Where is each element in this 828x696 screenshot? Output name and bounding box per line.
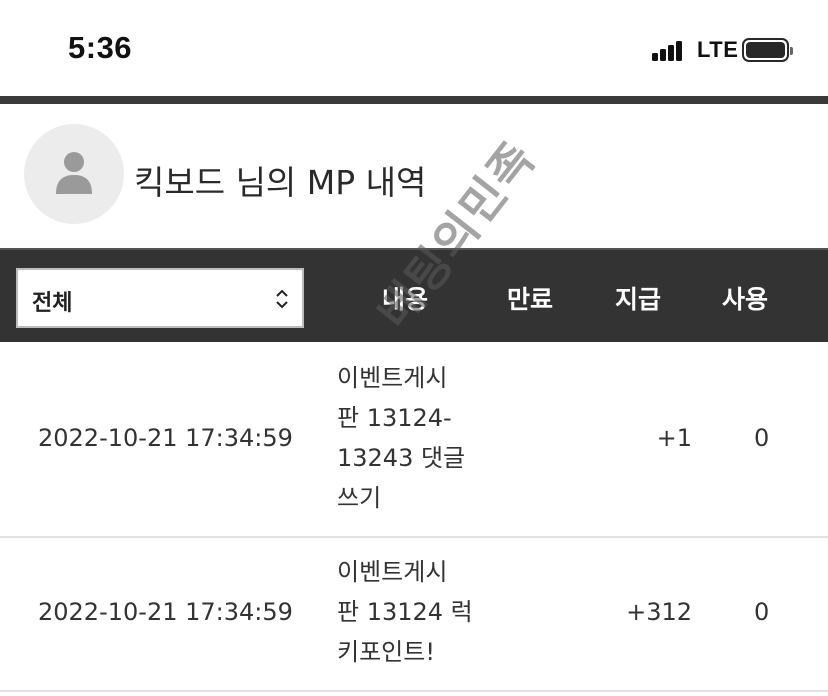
status-bar: 5:36 LTE [0, 0, 828, 96]
filter-select[interactable]: 전체 [16, 268, 304, 328]
person-icon [56, 152, 92, 194]
top-divider [0, 96, 828, 104]
page-title: 킥보드 님의 MP 내역 [134, 163, 427, 202]
avatar [24, 124, 124, 224]
table-row: 2022-10-21 17:34:59 이벤트게시 판 13124 럭 키포인트… [0, 538, 828, 692]
battery-icon [742, 38, 793, 62]
column-header-expiry: 만료 [507, 285, 554, 314]
row-content-line: 쓰기 [337, 484, 382, 512]
network-label: LTE [697, 37, 739, 62]
column-header-content: 내용 [382, 285, 429, 314]
row-content: 이벤트게시 판 13124 럭 키포인트! [337, 552, 473, 672]
row-content: 이벤트게시 판 13124- 13243 댓글 쓰기 [337, 358, 465, 518]
row-used: 0 [754, 424, 770, 452]
row-datetime: 2022-10-21 17:34:59 [38, 424, 293, 452]
table-header: 전체 내용 만료 지급 사용 [0, 248, 828, 342]
row-paid: +312 [626, 598, 692, 626]
row-content-line: 키포인트! [337, 638, 435, 666]
row-datetime: 2022-10-21 17:34:59 [38, 598, 293, 626]
row-paid: +1 [656, 424, 692, 452]
row-content-line: 판 13124- [337, 404, 452, 432]
table-row: 2022-10-21 17:34:59 이벤트게시 판 13124- 13243… [0, 342, 828, 538]
chevron-updown-icon [276, 289, 288, 309]
signal-icon [652, 39, 690, 61]
row-content-line: 판 13124 럭 [337, 598, 473, 626]
filter-selected-value: 전체 [32, 291, 73, 316]
row-content-line: 이벤트게시 [337, 558, 448, 586]
row-content-line: 13243 댓글 [337, 444, 466, 472]
row-used: 0 [754, 598, 770, 626]
column-header-paid: 지급 [615, 285, 662, 314]
status-time: 5:36 [68, 30, 133, 65]
column-header-used: 사용 [722, 285, 769, 314]
row-content-line: 이벤트게시 [337, 364, 448, 392]
